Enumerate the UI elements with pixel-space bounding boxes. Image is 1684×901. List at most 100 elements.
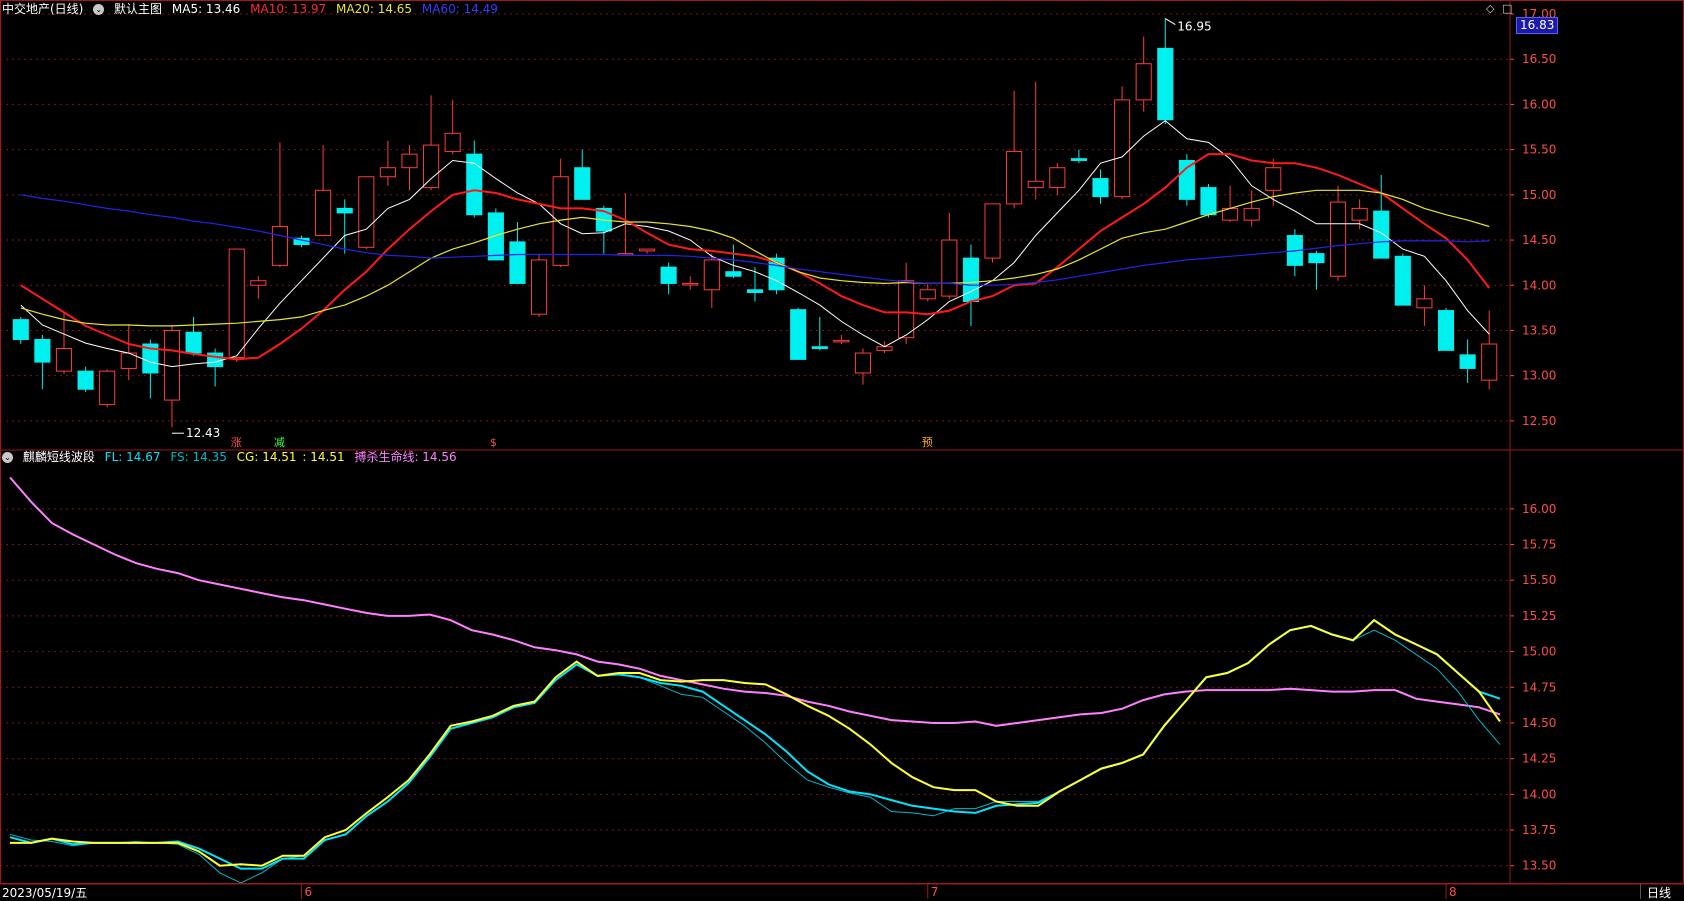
axis-tick-label: 13.75 bbox=[1522, 823, 1556, 837]
candle-down bbox=[77, 370, 94, 390]
candle-up bbox=[1135, 63, 1152, 101]
cg-label: CG: 14.51 bbox=[236, 450, 297, 464]
ma10-label: MA10: 13.97 bbox=[250, 2, 327, 16]
candle-up bbox=[898, 280, 915, 339]
template-label[interactable]: 默认主图 bbox=[114, 2, 162, 16]
maximize-icon[interactable]: □ bbox=[1502, 2, 1512, 15]
high-pointer bbox=[1165, 18, 1176, 25]
candle-up bbox=[919, 289, 936, 300]
axis-tick-label: 15.25 bbox=[1522, 609, 1556, 623]
signal-label: $ bbox=[490, 436, 497, 449]
high-marker-label: 16.95 bbox=[1177, 20, 1211, 34]
candle-up bbox=[833, 339, 850, 343]
candle-up bbox=[941, 239, 958, 297]
axis-tick-label: 12.50 bbox=[1522, 414, 1556, 428]
sub-price-axis: 16.00 15.75 15.50 15.25 15.00 14.75 14.50 14.25… bbox=[1510, 502, 1556, 873]
axis-tick-label: 13.50 bbox=[1522, 323, 1556, 337]
fl-label: FL: 14.67 bbox=[104, 450, 161, 464]
axis-tick-label: 16.50 bbox=[1522, 52, 1556, 66]
axis-tick-label: 13.00 bbox=[1522, 369, 1556, 383]
candle-up bbox=[682, 282, 699, 286]
indicator-line bbox=[9, 618, 1501, 870]
axis-tick-label: 16.00 bbox=[1522, 502, 1556, 516]
cg2-label: : 14.51 bbox=[302, 450, 345, 464]
candle-up bbox=[358, 176, 375, 248]
candle-up bbox=[228, 248, 245, 359]
candle-up bbox=[444, 132, 461, 152]
month-label: 7 bbox=[931, 885, 939, 899]
diamond-icon[interactable]: ◇ bbox=[1486, 2, 1494, 15]
outer-border bbox=[0, 0, 1684, 884]
candle-down bbox=[811, 346, 828, 350]
candle-down bbox=[1070, 158, 1087, 161]
axis-tick-label: 15.00 bbox=[1522, 188, 1556, 202]
month-label: 6 bbox=[305, 885, 313, 899]
candle-down bbox=[1437, 310, 1455, 351]
sub-panel-grid bbox=[0, 508, 1510, 867]
candle-down bbox=[336, 207, 353, 214]
axis-tick-label: 14.00 bbox=[1522, 278, 1556, 292]
axis-tick-label: 16.00 bbox=[1522, 97, 1556, 111]
candle-down bbox=[660, 266, 677, 284]
candle-down bbox=[1308, 253, 1325, 264]
axis-tick-label: 15.00 bbox=[1522, 645, 1556, 659]
axis-tick-label: 15.50 bbox=[1522, 573, 1556, 587]
candle-up bbox=[99, 370, 116, 406]
period-button[interactable]: 日线 bbox=[1640, 884, 1671, 900]
candle-up bbox=[1006, 150, 1023, 205]
axis-tick-label: 14.50 bbox=[1522, 716, 1556, 730]
candle-down bbox=[1092, 178, 1109, 198]
candle-down bbox=[790, 309, 807, 360]
chevron-down-icon[interactable]: ⌄ bbox=[93, 4, 105, 15]
candle-up bbox=[1114, 99, 1131, 198]
candle-down bbox=[185, 331, 202, 354]
candle-down bbox=[1373, 210, 1390, 259]
axis-tick-label: 15.50 bbox=[1522, 143, 1556, 157]
indicator-line bbox=[9, 476, 1501, 727]
low-marker-label: 12.43 bbox=[186, 426, 220, 440]
candle-down bbox=[1200, 187, 1217, 216]
candle-down bbox=[962, 257, 979, 303]
axis-tick-label: 14.75 bbox=[1522, 680, 1556, 694]
main-legend: 中交地产(日线) ⌄ 默认主图 MA5: 13.46 MA10: 13.97 M… bbox=[2, 2, 504, 16]
candle-down bbox=[574, 167, 591, 200]
month-label: 8 bbox=[1449, 885, 1457, 899]
stock-name[interactable]: 中交地产(日线) bbox=[2, 2, 83, 16]
candle-down bbox=[487, 212, 504, 261]
ma60-label: MA60: 14.49 bbox=[421, 2, 498, 16]
candle-up bbox=[876, 346, 893, 351]
ma20-label: MA20: 14.65 bbox=[336, 2, 413, 16]
axis-tick-label: 14.50 bbox=[1522, 233, 1556, 247]
main-price-axis: 17.0016.5016.0015.5015.0014.5014.0013.50… bbox=[1510, 7, 1556, 428]
indicator-name[interactable]: 麒麟短线波段 bbox=[23, 450, 95, 464]
candle-up bbox=[55, 348, 73, 372]
candle-up bbox=[1027, 180, 1044, 189]
candle-up bbox=[1329, 201, 1347, 277]
signal-label: 涨 bbox=[231, 436, 242, 449]
candle-up bbox=[703, 259, 720, 291]
candle-down bbox=[1178, 159, 1195, 200]
candle-up bbox=[379, 167, 396, 178]
candle-up bbox=[271, 225, 288, 266]
candle-up bbox=[315, 189, 332, 237]
signal-label: 预 bbox=[922, 436, 933, 449]
candle-up bbox=[531, 259, 548, 315]
candle-up bbox=[250, 280, 267, 286]
candle-up bbox=[854, 352, 872, 374]
candle-up bbox=[1265, 167, 1282, 191]
signal-label: 减 bbox=[274, 436, 285, 449]
axis-tick-label: 14.00 bbox=[1522, 787, 1556, 801]
candle-down bbox=[1157, 47, 1174, 121]
indicator-line bbox=[9, 625, 1501, 884]
sub-legend: ⌄ 麒麟短线波段 FL: 14.67 FS: 14.35 CG: 14.51 :… bbox=[2, 450, 463, 464]
chevron-down-icon[interactable]: ⌄ bbox=[2, 452, 13, 463]
candle-up bbox=[1416, 298, 1433, 309]
candle-up bbox=[1243, 207, 1260, 221]
main-panel-grid bbox=[0, 13, 1510, 422]
axis-tick-label: 14.25 bbox=[1522, 752, 1556, 766]
candle-down bbox=[509, 241, 526, 284]
candle-down bbox=[12, 319, 29, 341]
candle-down bbox=[1394, 255, 1411, 306]
indicator-line bbox=[10, 618, 1501, 867]
axis-tick-label: 13.50 bbox=[1522, 859, 1556, 873]
